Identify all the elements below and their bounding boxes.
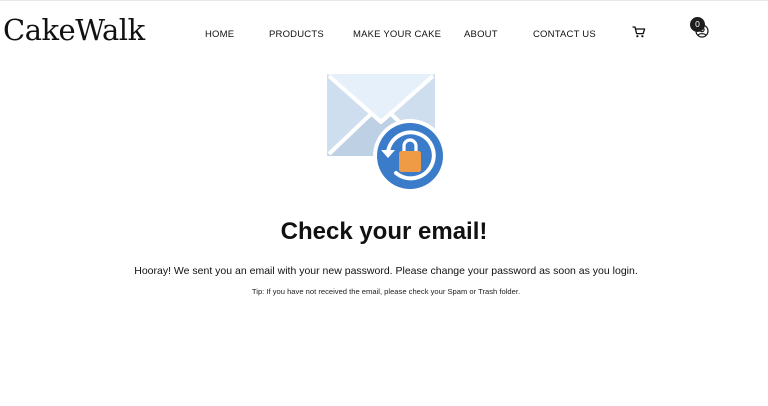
nav-products[interactable]: PRODUCTS — [269, 28, 324, 42]
cart-icon[interactable] — [632, 25, 646, 39]
cart-count-badge: 0 — [690, 17, 705, 32]
site-header: CakeWalk HOME PRODUCTS MAKE YOUR CAKE AB… — [0, 0, 768, 64]
nav-about[interactable]: ABOUT — [464, 28, 498, 42]
confirmation-message: Hooray! We sent you an email with your n… — [134, 265, 638, 277]
envelope-lock-reset-icon — [327, 74, 447, 193]
nav-home[interactable]: HOME — [205, 28, 234, 42]
spam-tip: Tip: If you have not received the email,… — [251, 287, 521, 296]
brand-logo[interactable]: CakeWalk — [3, 10, 145, 50]
page-title: Check your email! — [280, 218, 488, 245]
nav-contact-us[interactable]: CONTACT US — [533, 28, 596, 42]
nav-make-your-cake[interactable]: MAKE YOUR CAKE — [353, 28, 441, 42]
